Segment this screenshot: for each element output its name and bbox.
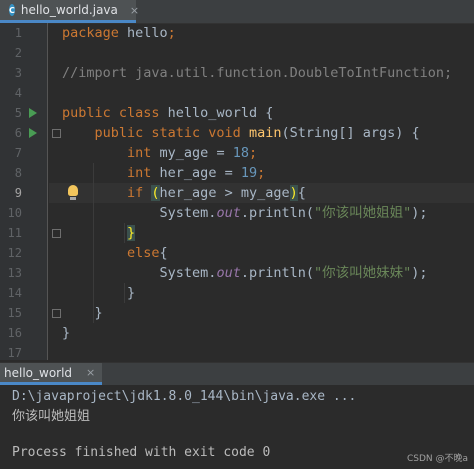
code-token: { bbox=[159, 245, 168, 261]
close-icon[interactable]: × bbox=[130, 4, 139, 17]
line-number: 17 bbox=[7, 346, 22, 360]
code-line[interactable]: } bbox=[62, 303, 103, 323]
code-token: int bbox=[62, 165, 160, 181]
code-token: hello bbox=[127, 25, 168, 41]
code-editor[interactable]: 1 package hello; 2 3 //import java.util.func… bbox=[0, 23, 474, 360]
code-token: } bbox=[62, 305, 103, 321]
code-line[interactable]: public class hello_world { bbox=[62, 103, 273, 123]
code-token: System. bbox=[62, 205, 217, 221]
java-class-icon: C bbox=[9, 4, 15, 16]
code-line[interactable]: System.out.println("你该叫她妹妹"); bbox=[62, 263, 428, 283]
code-token: ; bbox=[257, 165, 266, 181]
code-token: main bbox=[248, 125, 282, 141]
indent-guide bbox=[124, 283, 125, 303]
code-token: "你该叫她妹妹" bbox=[313, 265, 412, 281]
editor-tab-bar: C hello_world.java × bbox=[0, 0, 474, 24]
console-exit-message: Process finished with exit code 0 bbox=[12, 445, 271, 460]
run-gutter-icon[interactable] bbox=[29, 108, 37, 118]
line-number: 12 bbox=[7, 246, 22, 260]
code-token: ; bbox=[167, 25, 176, 41]
code-token: else bbox=[62, 245, 160, 261]
indent-guide bbox=[124, 223, 125, 243]
indent-guide bbox=[93, 163, 94, 323]
line-number: 1 bbox=[14, 26, 22, 40]
code-line[interactable]: if (her_age > my_age){ bbox=[62, 183, 306, 203]
code-token: her_age > my_age bbox=[159, 185, 290, 201]
code-token: my_age = bbox=[159, 145, 233, 161]
run-tab-label: hello_world bbox=[4, 365, 73, 380]
editor-tab-hello-world[interactable]: C hello_world.java × bbox=[0, 0, 139, 23]
code-token: System. bbox=[62, 265, 217, 281]
fold-marker-icon[interactable] bbox=[52, 129, 61, 138]
code-token: ( bbox=[151, 185, 160, 201]
code-token: (String[] args) { bbox=[281, 125, 420, 141]
code-token: public class bbox=[62, 105, 168, 121]
code-line[interactable]: package hello; bbox=[62, 23, 176, 43]
line-number: 14 bbox=[7, 286, 22, 300]
line-number: 16 bbox=[7, 326, 22, 340]
code-line[interactable]: int my_age = 18; bbox=[62, 143, 257, 163]
code-token: hello_world { bbox=[167, 105, 274, 121]
watermark: CSDN @不晚a bbox=[406, 454, 468, 464]
fold-marker-icon[interactable] bbox=[52, 229, 61, 238]
code-line[interactable]: else{ bbox=[62, 243, 168, 263]
console-program-output: 你该叫她姐姐 bbox=[12, 409, 91, 424]
code-token: ); bbox=[411, 205, 428, 221]
console-command-line[interactable]: D:\javaproject\jdk1.8.0_144\bin\java.exe… bbox=[12, 387, 356, 407]
code-token: out bbox=[216, 205, 241, 221]
code-token: ) bbox=[289, 185, 298, 201]
code-token: package bbox=[62, 25, 128, 41]
run-tool-window: hello_world × D:\javaproject\jdk1.8.0_14… bbox=[0, 362, 474, 469]
line-number: 5 bbox=[14, 106, 22, 120]
code-token: ); bbox=[411, 265, 428, 281]
line-number: 11 bbox=[7, 226, 22, 240]
code-token: if bbox=[62, 185, 152, 201]
line-number: 3 bbox=[14, 66, 22, 80]
code-token: { bbox=[297, 185, 306, 201]
code-token: "你该叫她姐姐" bbox=[313, 205, 412, 221]
line-number: 13 bbox=[7, 266, 22, 280]
line-number: 9 bbox=[14, 186, 22, 200]
code-line[interactable]: //import java.util.function.DoubleToIntF… bbox=[62, 63, 452, 83]
code-token: 19 bbox=[240, 165, 258, 181]
line-number: 8 bbox=[14, 166, 22, 180]
code-token: } bbox=[62, 325, 71, 341]
code-token: .println( bbox=[240, 265, 314, 281]
line-number: 2 bbox=[14, 46, 22, 60]
line-number: 7 bbox=[14, 146, 22, 160]
line-number: 15 bbox=[7, 306, 22, 320]
close-icon[interactable]: × bbox=[86, 366, 95, 379]
code-token: 18 bbox=[232, 145, 249, 161]
fold-marker-icon[interactable] bbox=[52, 309, 61, 318]
code-token: .println( bbox=[240, 205, 314, 221]
code-token: //import java.util.function.DoubleToIntF… bbox=[62, 65, 453, 81]
code-token: } bbox=[127, 225, 136, 241]
line-number: 10 bbox=[7, 206, 22, 220]
code-line[interactable]: System.out.println("你该叫她姐姐"); bbox=[62, 203, 428, 223]
code-token: int bbox=[62, 145, 160, 161]
run-tab-hello-world[interactable]: hello_world × bbox=[0, 363, 102, 385]
code-line[interactable]: public static void main(String[] args) { bbox=[62, 123, 420, 143]
code-token: ; bbox=[248, 145, 258, 161]
code-token: her_age = bbox=[159, 165, 241, 181]
code-line[interactable]: } bbox=[62, 323, 70, 343]
run-tab-bar: hello_world × bbox=[0, 363, 474, 385]
line-number: 6 bbox=[14, 126, 22, 140]
code-token: out bbox=[216, 265, 241, 281]
run-gutter-icon[interactable] bbox=[29, 128, 37, 138]
editor-tab-label: hello_world.java bbox=[20, 3, 118, 17]
line-number: 4 bbox=[14, 86, 22, 100]
code-token: public static void bbox=[62, 125, 249, 141]
